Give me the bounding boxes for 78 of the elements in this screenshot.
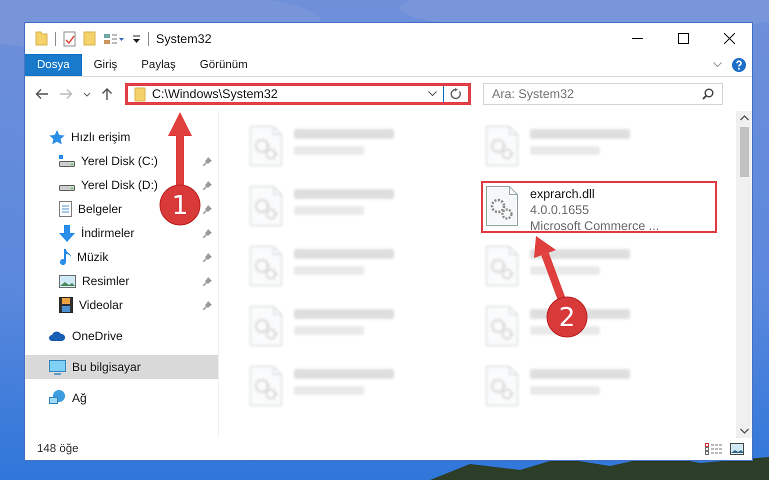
- window-title: System32: [156, 32, 212, 46]
- customize-icon[interactable]: [132, 34, 141, 44]
- gear-file-icon: [250, 366, 282, 406]
- sidebar-label: OneDrive: [72, 329, 123, 343]
- gear-file-icon: [250, 306, 282, 346]
- close-icon: [724, 33, 734, 44]
- ribbon-tab[interactable]: Giriş: [82, 54, 130, 76]
- document-icon: [59, 201, 72, 217]
- sidebar-label: Yerel Disk (C:): [81, 154, 158, 168]
- maximize-icon: [678, 33, 688, 44]
- address-bar[interactable]: C:\Windows\System32: [125, 83, 471, 105]
- scroll-up-icon[interactable]: [740, 115, 748, 121]
- gear-file-icon: [486, 366, 518, 406]
- sidebar-item[interactable]: Yerel Disk (D:): [25, 173, 162, 197]
- sidebar-item[interactable]: Yerel Disk (C:): [25, 149, 162, 173]
- sidebar-label: Belgeler: [78, 202, 122, 216]
- item-count: 148 öğe: [37, 443, 79, 455]
- sidebar-label: Resimler: [82, 274, 130, 288]
- music-note-icon: [59, 249, 71, 265]
- sidebar-item[interactable]: OneDrive: [25, 324, 218, 348]
- gear-file-icon: [486, 186, 518, 226]
- step-badge: 2: [546, 296, 588, 338]
- sidebar-item[interactable]: Belgeler: [25, 197, 126, 221]
- sidebar-item[interactable]: İndirmeler: [25, 221, 138, 245]
- sidebar-item[interactable]: Ağ: [25, 386, 218, 410]
- sidebar-item[interactable]: Bu bilgisayar: [25, 355, 218, 379]
- sidebar-label: Ağ: [72, 391, 87, 405]
- search-field[interactable]: Ara: System32: [483, 83, 723, 105]
- sidebar-label: Hızlı erişim: [71, 130, 130, 144]
- file-name: exprarch.dll: [530, 186, 596, 202]
- help-icon[interactable]: [732, 58, 746, 72]
- sidebar-label: Bu bilgisayar: [72, 360, 141, 374]
- download-icon: [59, 224, 75, 242]
- up-arrow-icon[interactable]: [101, 87, 113, 101]
- scrollbar[interactable]: [736, 111, 752, 438]
- ribbon-tab[interactable]: Görünüm: [188, 54, 260, 76]
- details-view-icon[interactable]: [705, 443, 722, 455]
- sidebar-item[interactable]: Resimler: [25, 269, 134, 293]
- ribbon-tab[interactable]: Dosya: [25, 54, 82, 76]
- search-icon[interactable]: [702, 88, 714, 100]
- minimize-icon: [632, 37, 642, 40]
- refresh-icon[interactable]: [450, 88, 462, 100]
- file-detail: Microsoft Commerce ...: [530, 218, 660, 234]
- sidebar-label: Videolar: [79, 298, 123, 312]
- sidebar-label: Yerel Disk (D:): [81, 178, 158, 192]
- scroll-thumb[interactable]: [740, 127, 748, 177]
- gear-file-icon: [486, 306, 518, 346]
- ribbon-tab[interactable]: Paylaş: [129, 54, 188, 76]
- back-arrow-icon[interactable]: [35, 88, 49, 100]
- view-icon[interactable]: [103, 32, 125, 44]
- cloud-icon: [49, 330, 66, 342]
- large-icons-view-icon[interactable]: [730, 443, 744, 455]
- network-icon: [49, 390, 66, 406]
- file-item[interactable]: exprarch.dll 4.0.0.1655 Microsoft Commerce ...: [481, 181, 717, 233]
- address-path: C:\Windows\System32: [152, 87, 279, 101]
- gear-file-icon: [250, 246, 282, 286]
- picture-icon: [59, 274, 76, 288]
- film-icon: [59, 297, 73, 313]
- gear-file-icon: [486, 246, 518, 286]
- step-badge: 1: [160, 184, 200, 226]
- gear-file-icon: [250, 186, 282, 226]
- monitor-icon: [49, 360, 66, 374]
- star-icon: [49, 130, 65, 144]
- gear-file-icon: [486, 126, 518, 166]
- arrow: [534, 236, 566, 302]
- file-detail: 4.0.0.1655: [530, 202, 590, 218]
- scroll-down-icon[interactable]: [740, 428, 748, 434]
- sidebar-item[interactable]: Videolar: [25, 293, 127, 317]
- chevron-down-icon[interactable]: [428, 91, 437, 97]
- folder-icon: [134, 86, 146, 102]
- sidebar-item[interactable]: Müzik: [25, 245, 112, 269]
- properties-icon[interactable]: [63, 30, 76, 46]
- sidebar-item[interactable]: Hızlı erişim: [25, 125, 218, 149]
- sidebar-label: Müzik: [77, 250, 108, 264]
- gear-file-icon: [250, 126, 282, 166]
- sidebar-label: İndirmeler: [81, 226, 134, 240]
- drive-icon: [59, 155, 75, 167]
- chevron-down-icon[interactable]: [83, 92, 91, 96]
